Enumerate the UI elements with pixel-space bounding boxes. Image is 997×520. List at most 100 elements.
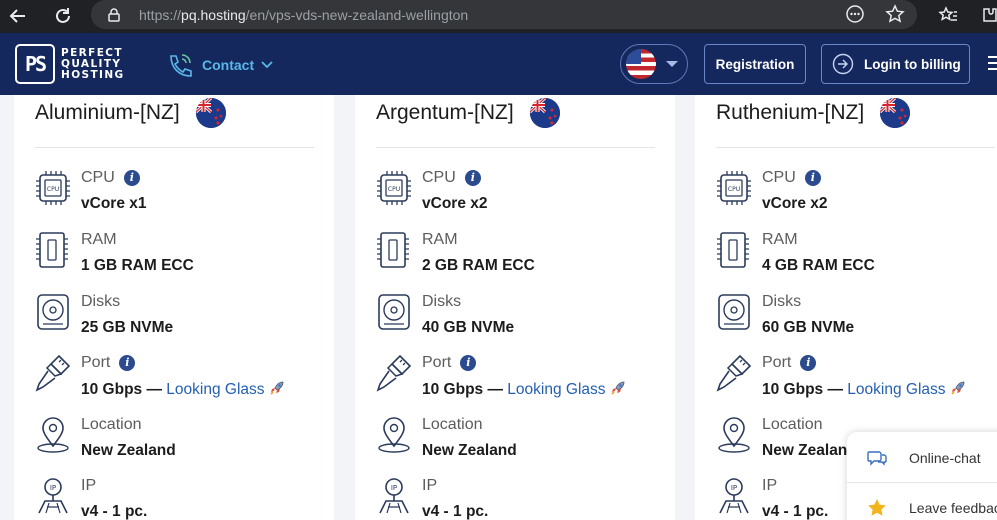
registration-button[interactable]: Registration — [704, 44, 806, 84]
spec-port: Port i 10 Gbps — Looking Glass — [376, 354, 666, 410]
support-widget: Online-chat Leave feedback — [847, 432, 997, 520]
spec-disks: Disks 25 GB NVMe — [35, 293, 325, 349]
svg-text:IP: IP — [50, 484, 56, 492]
info-icon[interactable]: i — [123, 170, 140, 186]
svg-text:CPU: CPU — [728, 186, 740, 193]
spec-port: Port i 10 Gbps — Looking Glass — [716, 354, 997, 410]
ram-value: 1 GB RAM ECC — [81, 257, 194, 274]
divider — [35, 147, 314, 148]
spec-cpu: CPU CPU i vCore x2 — [376, 169, 666, 225]
cpu-icon: CPU — [36, 171, 70, 205]
location-pin-icon — [718, 417, 750, 453]
spec-ip: IP IP v4 - 1 pc. — [35, 477, 325, 520]
ram-value: 2 GB RAM ECC — [422, 257, 535, 274]
plan-title: Aluminium-[NZ] — [35, 101, 180, 124]
info-icon[interactable]: i — [460, 355, 477, 371]
info-icon[interactable]: i — [119, 355, 136, 371]
contact-label: Contact — [202, 57, 255, 73]
location-value: New Zealand — [762, 442, 857, 459]
ip-address-icon: IP — [719, 478, 749, 514]
ip-address-icon: IP — [38, 478, 68, 514]
cpu-value: vCore x2 — [762, 195, 828, 212]
spec-label: IP — [81, 477, 97, 494]
location-value: New Zealand — [81, 442, 176, 459]
contact-menu[interactable]: Contact — [166, 52, 282, 78]
location-pin-icon — [37, 417, 69, 453]
plan-card: Aluminium-[NZ] CPU CPU i vCore x1 RAM 1 G… — [14, 95, 334, 520]
spec-label: Disks — [762, 293, 802, 310]
disks-value: 60 GB NVMe — [762, 319, 855, 336]
ram-icon — [377, 232, 409, 268]
port-value: 10 Gbps — — [81, 381, 162, 398]
spec-location: Location New Zealand — [376, 416, 666, 472]
spec-label: Port — [81, 354, 111, 371]
cpu-icon: CPU — [377, 171, 411, 205]
spec-label: CPU — [422, 169, 456, 186]
caret-down-icon — [666, 61, 678, 67]
logo-text: PERFECT QUALITY HOSTING — [61, 46, 125, 81]
url-text: https://pq.hosting/en/vps-vds-new-zealan… — [139, 6, 469, 23]
cpu-value: vCore x1 — [81, 195, 147, 212]
spec-label: Port — [762, 354, 792, 371]
nz-flag-icon — [880, 98, 910, 128]
spec-cpu: CPU CPU i vCore x1 — [35, 169, 325, 225]
back-icon[interactable] — [3, 1, 33, 31]
ram-value: 4 GB RAM ECC — [762, 257, 875, 274]
info-icon[interactable]: i — [804, 170, 821, 186]
plan-title: Argentum-[NZ] — [376, 101, 514, 124]
chat-bubbles-icon — [867, 451, 887, 466]
divider — [847, 482, 997, 483]
spec-disks: Disks 40 GB NVMe — [376, 293, 666, 349]
svg-text:CPU: CPU — [47, 186, 59, 193]
port-value: 10 Gbps — — [422, 381, 503, 398]
login-icon — [832, 53, 854, 75]
ip-value: v4 - 1 pc. — [422, 503, 489, 520]
spec-location: Location New Zealand — [35, 416, 325, 472]
ethernet-port-icon — [716, 354, 752, 392]
leave-feedback-button[interactable]: Leave feedback — [847, 484, 997, 520]
looking-glass-link[interactable]: Looking Glass — [166, 381, 264, 398]
spec-ram: RAM 2 GB RAM ECC — [376, 231, 666, 287]
port-value: 10 Gbps — — [762, 381, 843, 398]
spec-label: Disks — [422, 293, 462, 310]
phone-icon — [170, 54, 192, 77]
extensions-icon[interactable] — [980, 5, 997, 25]
chevron-down-icon — [261, 61, 273, 69]
spec-label: IP — [762, 477, 778, 494]
online-chat-button[interactable]: Online-chat — [847, 434, 997, 482]
looking-glass-link[interactable]: Looking Glass — [507, 381, 605, 398]
looking-glass-link[interactable]: Looking Glass — [847, 381, 945, 398]
leave-feedback-label: Leave feedback — [909, 500, 997, 516]
ram-icon — [36, 232, 68, 268]
svg-text:CPU: CPU — [388, 186, 400, 193]
spec-ram: RAM 4 GB RAM ECC — [716, 231, 997, 287]
bookmark-star-icon[interactable] — [885, 4, 905, 24]
spec-label: RAM — [762, 231, 798, 248]
spec-disks: Disks 60 GB NVMe — [716, 293, 997, 349]
disk-icon — [378, 294, 410, 330]
divider — [716, 147, 995, 148]
rocket-icon — [270, 381, 284, 395]
ip-value: v4 - 1 pc. — [762, 503, 829, 520]
ip-value: v4 - 1 pc. — [81, 503, 148, 520]
site-logo[interactable]: PS PERFECT QUALITY HOSTING — [15, 44, 125, 84]
spec-ram: RAM 1 GB RAM ECC — [35, 231, 325, 287]
browser-toolbar: https://pq.hosting/en/vps-vds-new-zealan… — [0, 0, 997, 33]
info-icon[interactable]: i — [800, 355, 817, 371]
reload-icon[interactable] — [48, 1, 78, 31]
spec-label: Location — [422, 416, 483, 433]
svg-text:IP: IP — [391, 484, 397, 492]
rocket-icon — [951, 381, 965, 395]
online-chat-label: Online-chat — [909, 450, 981, 466]
language-selector[interactable] — [620, 44, 688, 84]
address-bar[interactable]: https://pq.hosting/en/vps-vds-new-zealan… — [91, 0, 917, 29]
login-billing-button[interactable]: Login to billing — [821, 44, 970, 84]
logo-mark: PS — [15, 44, 55, 84]
info-icon[interactable]: i — [464, 170, 481, 186]
more-options-icon[interactable] — [845, 4, 865, 24]
favorites-icon[interactable] — [938, 5, 958, 25]
hamburger-menu-icon[interactable] — [988, 56, 997, 72]
spec-label: RAM — [81, 231, 117, 248]
spec-port: Port i 10 Gbps — Looking Glass — [35, 354, 325, 410]
spec-label: CPU — [81, 169, 115, 186]
